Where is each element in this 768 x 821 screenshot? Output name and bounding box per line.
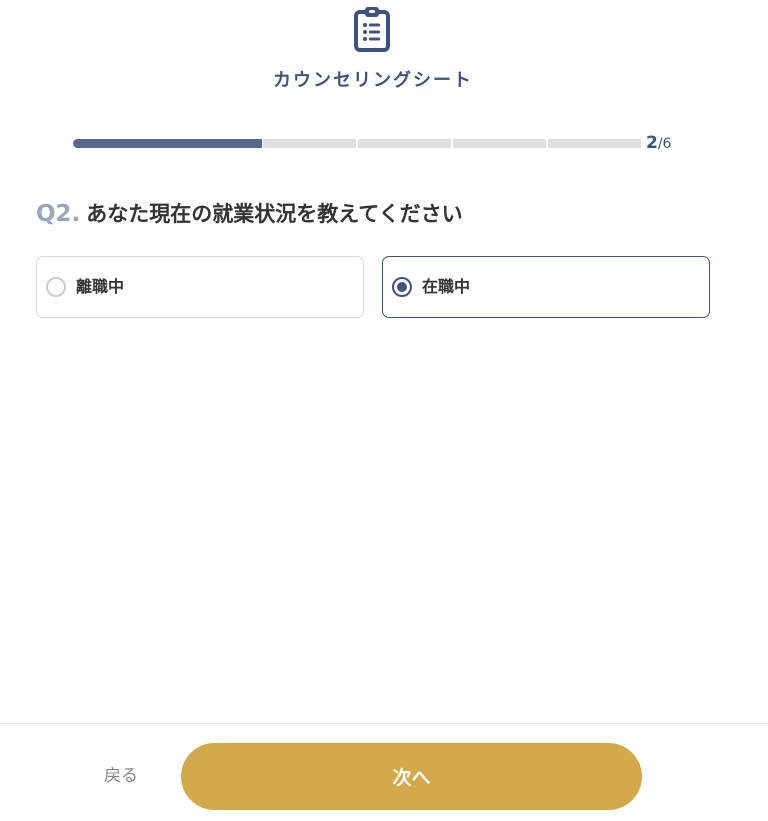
progress-segment: [453, 139, 546, 148]
radio-button[interactable]: [392, 277, 412, 297]
radio-button[interactable]: [46, 277, 66, 297]
option-label: 離職中: [76, 277, 125, 296]
step-total: /6: [657, 136, 672, 152]
question-number: Q2.: [36, 201, 81, 227]
question-heading: Q2. あなた現在の就業状況を教えてください: [36, 198, 463, 228]
progress-bar: [73, 139, 641, 148]
next-button[interactable]: 次へ: [181, 743, 642, 810]
progress-fill: [73, 139, 263, 148]
step-counter: 2/6: [646, 133, 671, 154]
back-button[interactable]: 戻る: [104, 764, 138, 788]
footer-divider: [0, 723, 768, 724]
progress-segment: [358, 139, 451, 148]
counseling-sheet-page: カウンセリングシート 2/6 Q2. あなた現在の就業状況を教えてください 離職中…: [0, 0, 768, 821]
progress-segment: [548, 139, 641, 148]
option-employed[interactable]: 在職中: [382, 256, 710, 318]
question-text: あなた現在の就業状況を教えてください: [86, 202, 463, 226]
option-label: 在職中: [422, 277, 471, 296]
clipboard-list-icon: [354, 7, 390, 52]
radio-dot: [397, 282, 407, 292]
option-unemployed[interactable]: 離職中: [36, 256, 364, 318]
progress-segment: [263, 139, 356, 148]
sheet-title: カウンセリングシート: [273, 70, 473, 91]
step-current: 2: [646, 133, 658, 153]
